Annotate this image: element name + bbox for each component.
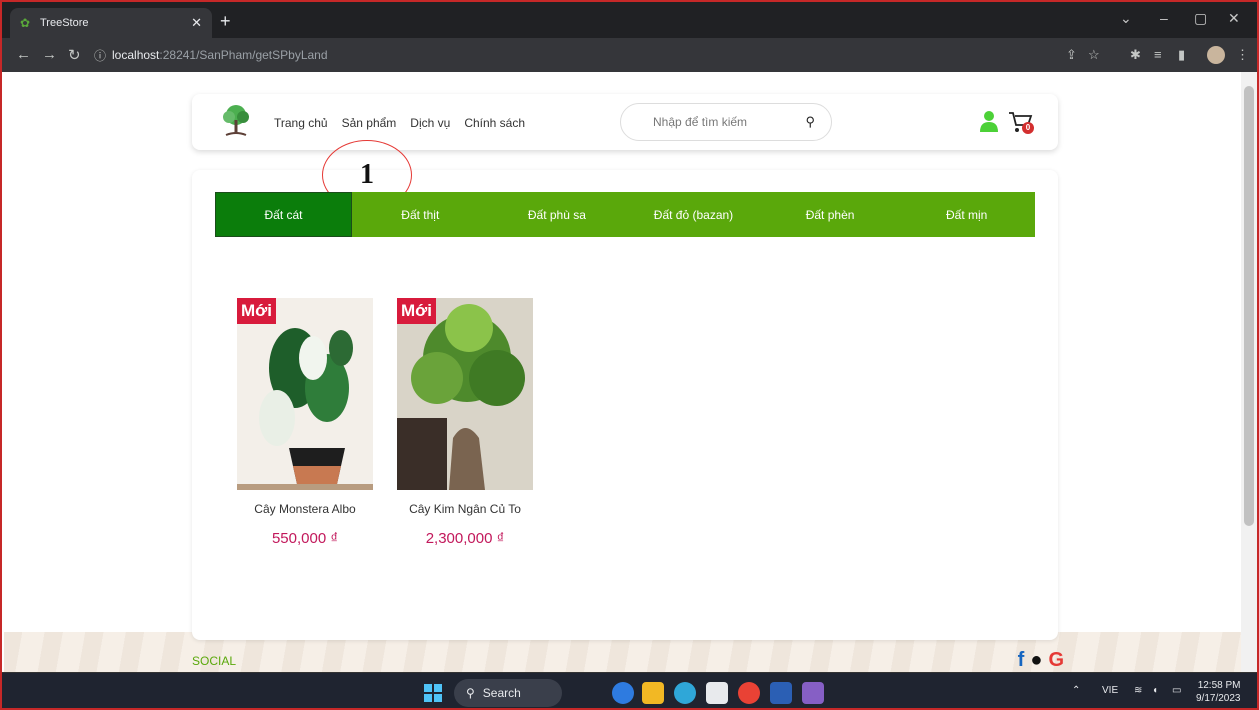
- product-image[interactable]: Mới: [237, 298, 373, 490]
- taskbar-search-icon: ⚲: [466, 686, 475, 700]
- nav-products[interactable]: Sản phẩm: [342, 116, 397, 130]
- nav-home[interactable]: Trang chủ: [274, 116, 328, 130]
- tab-search-icon[interactable]: ⌄: [1120, 10, 1132, 27]
- reading-list-icon[interactable]: ≡: [1154, 47, 1162, 62]
- store-app-icon[interactable]: [706, 682, 728, 704]
- product-card[interactable]: Mới Cây Monstera Albo 550,000 ₫: [237, 298, 373, 547]
- language-indicator[interactable]: VIE: [1102, 685, 1118, 696]
- tree-favicon-icon: ✿: [20, 16, 31, 30]
- visual-studio-icon[interactable]: [802, 682, 824, 704]
- github-icon[interactable]: ●: [1030, 649, 1042, 672]
- product-image[interactable]: Mới: [397, 298, 533, 490]
- tab-dat-do[interactable]: Đất đỏ (bazan): [625, 192, 762, 237]
- google-icon[interactable]: G: [1048, 649, 1064, 672]
- tab-dat-phu-sa[interactable]: Đất phù sa: [489, 192, 626, 237]
- side-panel-icon[interactable]: ▮: [1178, 47, 1185, 63]
- tab-dat-cat[interactable]: Đất cát: [215, 192, 352, 237]
- soil-category-tabs: Đất cát Đất thịt Đất phù sa Đất đỏ (baza…: [215, 192, 1035, 237]
- taskbar-search[interactable]: ⚲ Search: [454, 679, 562, 707]
- social-label: SOCIAL: [192, 654, 237, 668]
- forward-icon[interactable]: →: [42, 46, 57, 63]
- minimize-icon[interactable]: –: [1160, 10, 1168, 26]
- scroll-thumb[interactable]: [1244, 86, 1254, 526]
- product-name[interactable]: Cây Monstera Albo: [237, 502, 373, 516]
- tab-title: TreeStore: [40, 17, 89, 29]
- product-list: Mới Cây Monstera Albo 550,000 ₫ Mới Cây …: [237, 298, 533, 547]
- new-badge: Mới: [237, 298, 276, 324]
- new-tab-icon[interactable]: +: [220, 11, 231, 32]
- battery-icon[interactable]: ▭: [1172, 685, 1181, 696]
- tab-dat-phen[interactable]: Đất phèn: [762, 192, 899, 237]
- close-tab-icon[interactable]: ✕: [191, 15, 202, 31]
- search-input[interactable]: Nhập để tìm kiếm ⚲: [620, 103, 832, 141]
- bing-app-icon[interactable]: [612, 682, 634, 704]
- tray-chevron-icon[interactable]: ⌃: [1072, 685, 1080, 696]
- browser-tab[interactable]: ✿ TreeStore ✕: [10, 8, 212, 38]
- file-explorer-icon[interactable]: [642, 682, 664, 704]
- url-path: :28241/SanPham/getSPbyLand: [159, 48, 328, 62]
- clock-time: 12:58 PM: [1197, 680, 1241, 691]
- nav-services[interactable]: Dịch vụ: [410, 116, 450, 130]
- product-panel: 1 Đất cát Đất thịt Đất phù sa Đất đỏ (ba…: [192, 140, 1058, 640]
- facebook-icon[interactable]: f: [1018, 649, 1025, 672]
- profile-avatar[interactable]: [1207, 46, 1225, 64]
- cart-count-badge: 0: [1022, 122, 1034, 134]
- volume-icon[interactable]: ◖: [1152, 685, 1158, 696]
- clock-date: 9/17/2023: [1196, 693, 1241, 704]
- reload-icon[interactable]: ↻: [68, 46, 81, 64]
- back-icon[interactable]: ←: [16, 46, 31, 63]
- new-badge: Mới: [397, 298, 436, 324]
- title-bar: ✿ TreeStore ✕ + ⌄ – ▢ ✕: [2, 2, 1257, 38]
- page-scrollbar[interactable]: [1241, 72, 1257, 672]
- edge-icon[interactable]: [674, 682, 696, 704]
- address-bar[interactable]: ⓘ localhost:28241/SanPham/getSPbyLand: [94, 43, 1054, 67]
- browser-window: ✿ TreeStore ✕ + ⌄ – ▢ ✕ ← → ↻ ⓘ localhos…: [0, 0, 1259, 710]
- chrome-icon[interactable]: [738, 682, 760, 704]
- taskbar-search-label: Search: [482, 686, 521, 700]
- product-card[interactable]: Mới Cây Kim Ngân Củ To 2,300,000 ₫: [397, 298, 533, 547]
- share-icon[interactable]: ⇪: [1066, 47, 1077, 63]
- browser-toolbar: ← → ↻ ⓘ localhost:28241/SanPham/getSPbyL…: [2, 38, 1257, 72]
- product-name[interactable]: Cây Kim Ngân Củ To: [397, 502, 533, 516]
- product-price: 550,000 ₫: [271, 530, 339, 547]
- windows-start-icon[interactable]: [424, 684, 442, 702]
- close-window-icon[interactable]: ✕: [1228, 10, 1240, 27]
- restore-icon[interactable]: ▢: [1194, 10, 1207, 27]
- site-info-icon[interactable]: ⓘ: [94, 47, 106, 64]
- site-header: Trang chủ Sản phẩm Dịch vụ Chính sách Nh…: [192, 94, 1058, 150]
- bookmark-star-icon[interactable]: ☆: [1088, 47, 1100, 63]
- tree-logo-icon[interactable]: [220, 104, 252, 138]
- tab-dat-min[interactable]: Đất mịn: [898, 192, 1035, 237]
- extensions-icon[interactable]: ✱: [1130, 47, 1141, 63]
- wifi-icon[interactable]: ≋: [1134, 685, 1142, 696]
- page-content: Trang chủ Sản phẩm Dịch vụ Chính sách Nh…: [4, 72, 1244, 672]
- main-nav: Trang chủ Sản phẩm Dịch vụ Chính sách: [274, 116, 525, 130]
- social-icons: f ● G: [1018, 649, 1064, 672]
- product-price: 2,300,000 ₫: [425, 530, 505, 547]
- menu-kebab-icon[interactable]: ⋮: [1236, 47, 1249, 63]
- user-icon[interactable]: [980, 110, 998, 132]
- system-clock[interactable]: 12:58 PM 9/17/2023: [1196, 679, 1241, 705]
- search-placeholder: Nhập để tìm kiếm: [653, 115, 748, 129]
- url-host: localhost: [112, 48, 160, 62]
- windows-taskbar: ⚲ Search ⌃ VIE ≋ ◖ ▭ 12:58 PM 9/17/2023: [2, 672, 1257, 708]
- word-icon[interactable]: [770, 682, 792, 704]
- search-icon[interactable]: ⚲: [805, 114, 815, 130]
- nav-policy[interactable]: Chính sách: [464, 116, 525, 130]
- tab-dat-thit[interactable]: Đất thịt: [352, 192, 489, 237]
